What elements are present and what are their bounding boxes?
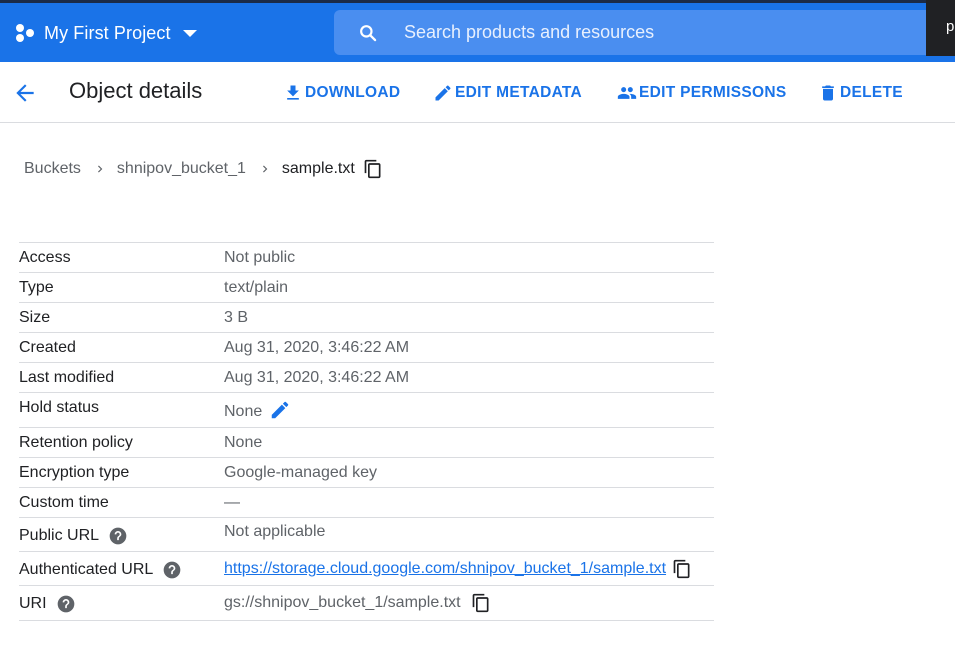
detail-value: 3 B [224, 309, 249, 326]
detail-value: Not applicable [224, 523, 326, 540]
edit-hold-status-pencil-icon[interactable] [269, 399, 291, 421]
detail-key: Authenticated URL [19, 560, 182, 580]
detail-value: Not public [224, 249, 296, 266]
project-selector[interactable]: My First Project [16, 16, 197, 50]
detail-key: Encryption type [19, 464, 130, 481]
back-arrow-icon[interactable] [12, 80, 38, 106]
help-icon[interactable] [56, 594, 76, 614]
copy-icon[interactable] [672, 559, 692, 579]
detail-key: Public URL [19, 526, 128, 546]
object-details-table: Access Not public Type text/plain Size 3… [19, 242, 714, 621]
copy-icon[interactable] [363, 159, 383, 179]
detail-key: URI [19, 594, 76, 614]
delete-label: DELETE [840, 84, 903, 101]
page-title: Object details [69, 78, 203, 103]
window-top-edge [0, 0, 955, 3]
search-placeholder: Search products and resources [404, 22, 655, 42]
detail-value: text/plain [224, 279, 289, 296]
detail-key: Access [19, 249, 71, 266]
breadcrumb: Buckets shnipov_bucket_1 sample.txt [24, 156, 383, 182]
detail-value: Aug 31, 2020, 3:46:22 AM [224, 369, 410, 386]
download-label: DOWNLOAD [305, 84, 401, 101]
detail-key: Size [19, 309, 51, 326]
help-icon[interactable] [162, 560, 182, 580]
detail-row-public-url: Public URL Not applicable [19, 518, 714, 552]
detail-row-retention-policy: Retention policy None [19, 428, 714, 458]
project-name: My First Project [44, 22, 171, 43]
search-icon [360, 24, 377, 41]
project-dots-icon [16, 23, 36, 43]
chevron-right-icon [262, 165, 268, 173]
detail-value: Aug 31, 2020, 3:46:22 AM [224, 339, 410, 356]
detail-key: Created [19, 339, 76, 356]
detail-value: None [224, 399, 291, 421]
dropdown-caret-icon [182, 29, 197, 37]
detail-row-encryption-type: Encryption type Google-managed key [19, 458, 714, 488]
account-corner[interactable]: p [926, 0, 955, 56]
detail-row-access: Access Not public [19, 243, 714, 273]
detail-value: — [224, 494, 240, 511]
edit-metadata-label: EDIT METADATA [455, 84, 583, 101]
edit-metadata-button[interactable]: EDIT METADATA [433, 81, 582, 105]
detail-key: Type [19, 279, 54, 296]
edit-permissions-button[interactable]: EDIT PERMISSONS [617, 81, 786, 105]
uri-label: URI [19, 595, 47, 612]
detail-key: Retention policy [19, 434, 133, 451]
authenticated-url-link[interactable]: https://storage.cloud.google.com/shnipov… [224, 560, 666, 578]
detail-row-custom-time: Custom time — [19, 488, 714, 518]
detail-row-uri: URI gs://shnipov_bucket_1/sample.txt [19, 586, 714, 621]
copy-icon[interactable] [471, 593, 491, 613]
search-bar[interactable]: Search products and resources [334, 10, 934, 55]
authenticated-url-label: Authenticated URL [19, 561, 154, 578]
detail-value: None [224, 434, 263, 451]
detail-row-created: Created Aug 31, 2020, 3:46:22 AM [19, 333, 714, 363]
detail-value: gs://shnipov_bucket_1/sample.txt [224, 593, 491, 613]
hold-status-value: None [224, 403, 263, 420]
detail-key: Last modified [19, 369, 115, 386]
detail-row-hold-status: Hold status None [19, 393, 714, 428]
detail-row-authenticated-url: Authenticated URL https://storage.cloud.… [19, 552, 714, 586]
top-app-bar: My First Project Search products and res… [0, 0, 955, 62]
uri-value: gs://shnipov_bucket_1/sample.txt [224, 594, 461, 611]
public-url-label: Public URL [19, 527, 100, 544]
detail-key: Custom time [19, 494, 109, 511]
edit-permissions-label: EDIT PERMISSONS [639, 84, 787, 101]
breadcrumb-object-name: sample.txt [281, 160, 355, 177]
pencil-icon [435, 85, 451, 101]
detail-row-type: Type text/plain [19, 273, 714, 303]
trash-icon [822, 85, 834, 101]
delete-button[interactable]: DELETE [818, 81, 903, 105]
action-bar: Object details DOWNLOAD EDIT METADATA ED… [0, 62, 955, 123]
chevron-right-icon [97, 165, 103, 173]
download-button[interactable]: DOWNLOAD [283, 81, 400, 105]
detail-value: Google-managed key [224, 464, 377, 481]
detail-row-last-modified: Last modified Aug 31, 2020, 3:46:22 AM [19, 363, 714, 393]
breadcrumb-buckets-link[interactable]: Buckets [24, 160, 81, 178]
breadcrumb-bucket-link[interactable]: shnipov_bucket_1 [117, 160, 246, 178]
people-icon [617, 87, 637, 99]
detail-key: Hold status [19, 399, 100, 416]
help-icon[interactable] [108, 526, 128, 546]
download-icon [287, 85, 299, 100]
detail-row-size: Size 3 B [19, 303, 714, 333]
detail-value: https://storage.cloud.google.com/shnipov… [224, 559, 692, 579]
